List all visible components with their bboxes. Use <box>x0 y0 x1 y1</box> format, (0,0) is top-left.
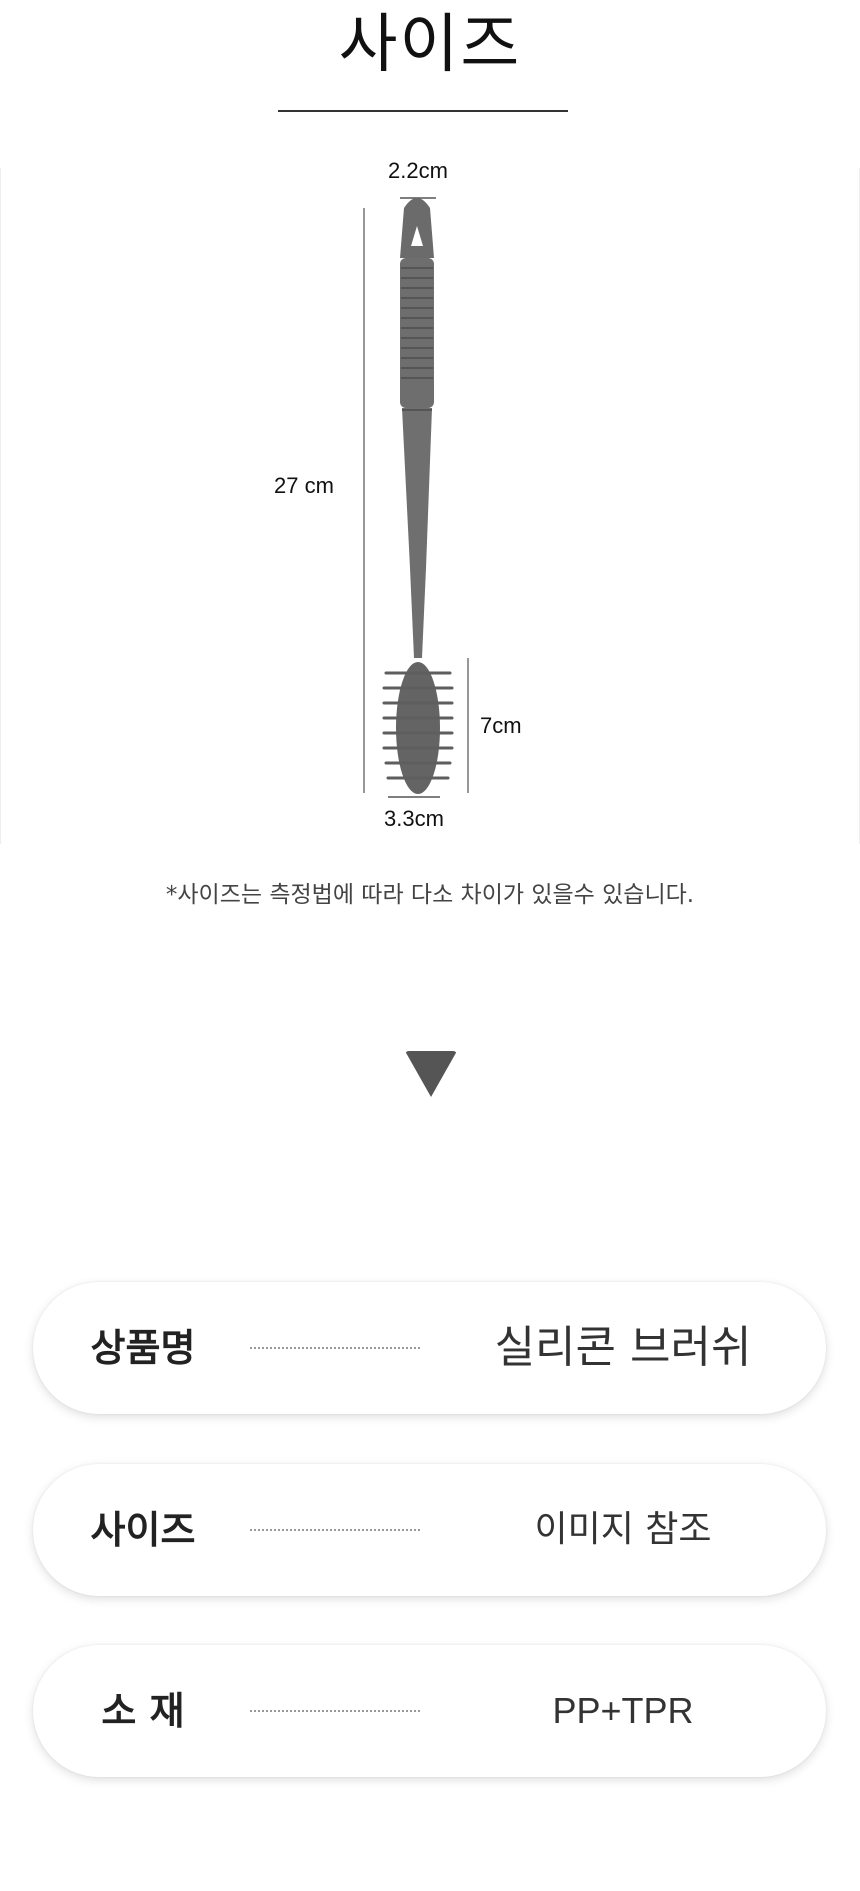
spec-row-product-name: 상품명 실리콘 브러쉬 <box>33 1282 826 1414</box>
spec-label: 상품명 <box>90 1326 196 1370</box>
spec-value: 이미지 참조 <box>534 1509 712 1550</box>
dimension-top-width: 2.2cm <box>388 158 448 183</box>
arrow-down-icon <box>405 1051 457 1097</box>
spec-divider <box>250 1529 420 1531</box>
dimension-length: 27 cm <box>274 473 334 498</box>
spec-label: 소 재 <box>101 1689 185 1733</box>
spec-divider <box>250 1347 420 1349</box>
spec-label: 사이즈 <box>90 1508 196 1552</box>
section-title: 사이즈 <box>338 8 522 82</box>
spec-value: 실리콘 브러쉬 <box>494 1322 752 1373</box>
product-size-diagram: 2.2cm 27 cm 7cm 3.3cm <box>0 158 860 844</box>
spec-value: PP+TPR <box>552 1690 694 1731</box>
spec-row-size: 사이즈 이미지 참조 <box>33 1464 826 1596</box>
dimension-head-width: 3.3cm <box>384 806 444 831</box>
spec-divider <box>250 1710 420 1712</box>
spec-row-material: 소 재 PP+TPR <box>33 1645 826 1777</box>
dimension-head-length: 7cm <box>480 713 522 738</box>
brush-illustration <box>363 197 469 798</box>
size-disclaimer: *사이즈는 측정법에 따라 다소 차이가 있을수 있습니다. <box>165 882 695 908</box>
title-underline <box>278 110 568 112</box>
